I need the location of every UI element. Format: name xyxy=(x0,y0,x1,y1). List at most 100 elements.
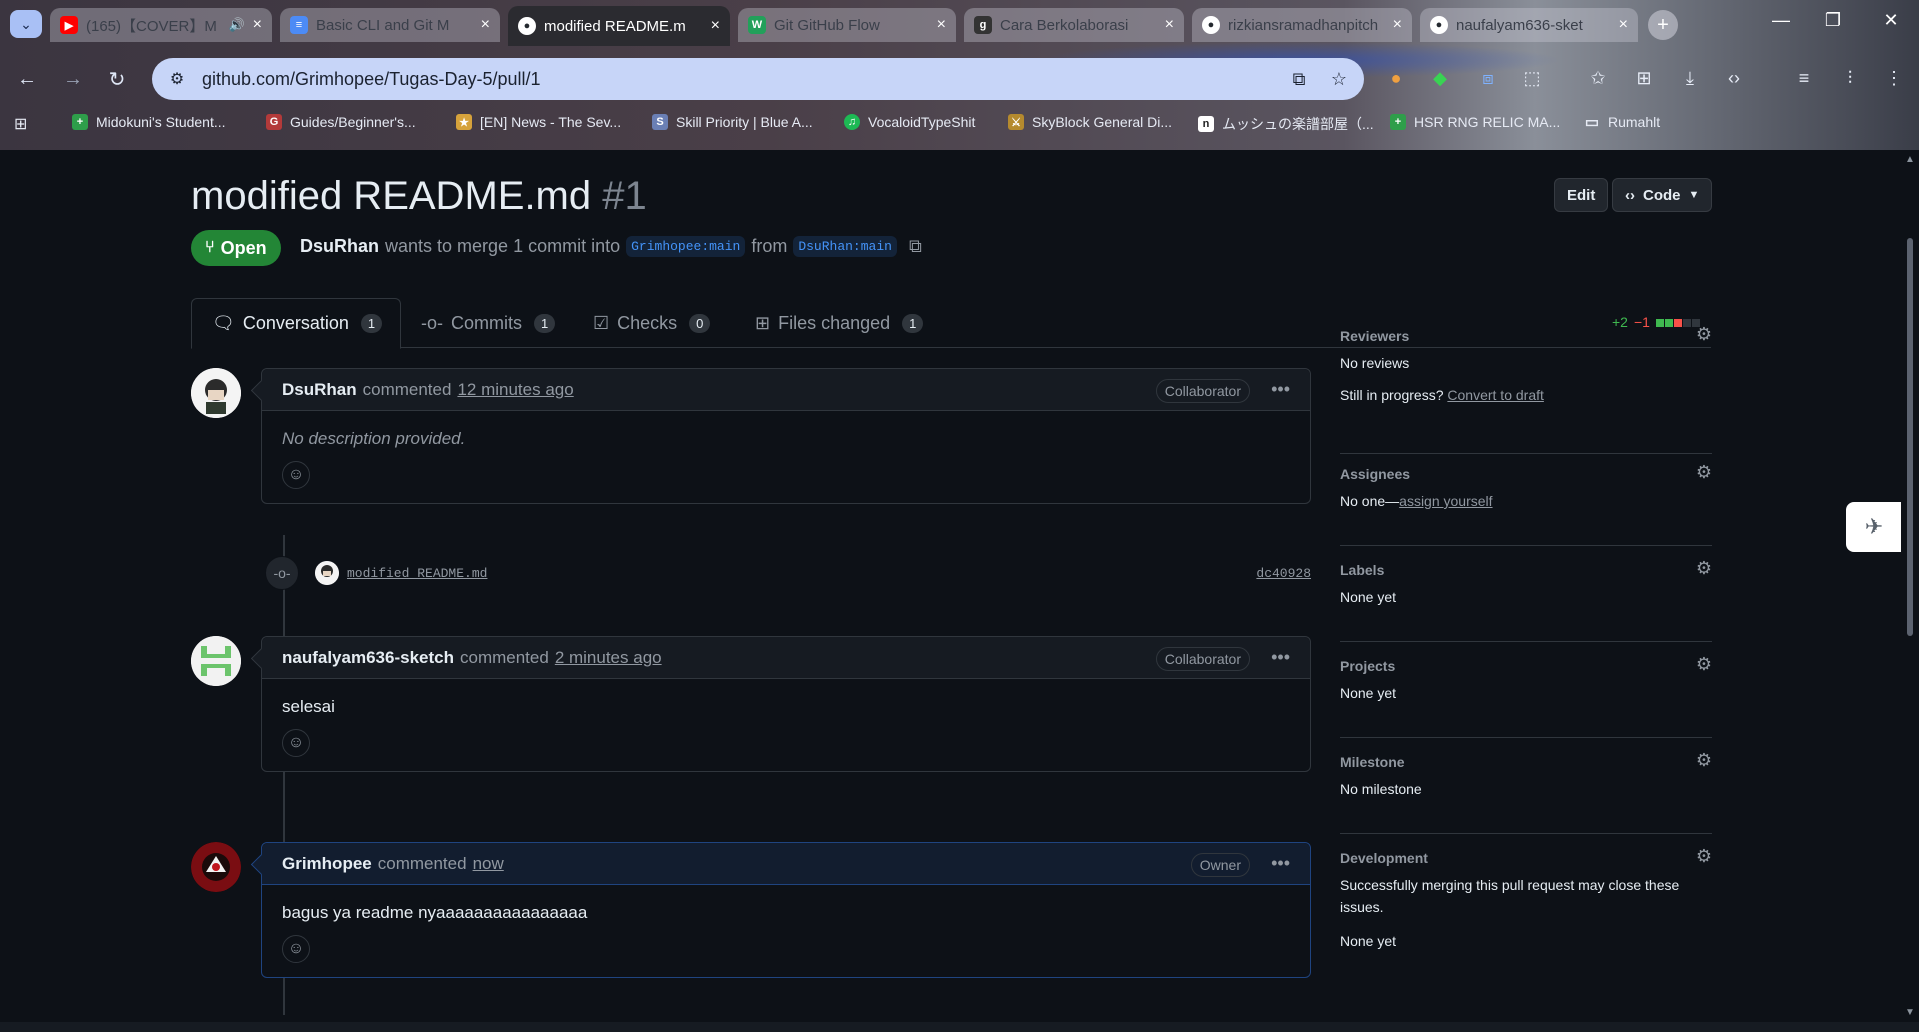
close-tab-icon[interactable]: × xyxy=(1619,16,1628,34)
assign-yourself-link[interactable]: assign yourself xyxy=(1399,493,1492,509)
comment-timestamp[interactable]: 2 minutes ago xyxy=(555,648,662,668)
avatar[interactable] xyxy=(191,842,241,892)
close-tab-icon[interactable]: × xyxy=(481,16,490,34)
edit-button[interactable]: Edit xyxy=(1554,178,1609,212)
bookmark-item[interactable]: ⚔ SkyBlock General Di... xyxy=(1008,114,1172,130)
extension-icon[interactable]: ● xyxy=(1382,64,1410,92)
reload-button[interactable]: ↻ xyxy=(102,64,132,94)
comment-author[interactable]: Grimhopee xyxy=(282,854,372,874)
bookmark-star-icon[interactable]: ☆ xyxy=(1324,64,1354,94)
close-tab-icon[interactable]: × xyxy=(711,17,720,35)
url-text[interactable]: github.com/Grimhopee/Tugas-Day-5/pull/1 xyxy=(202,69,1284,90)
bottom-edge xyxy=(0,1022,1919,1032)
gear-icon[interactable]: ⚙ xyxy=(1696,558,1712,579)
address-bar[interactable]: ⚙ github.com/Grimhopee/Tugas-Day-5/pull/… xyxy=(152,58,1364,100)
doc-icon: ≡ xyxy=(290,16,308,34)
browser-tab[interactable]: ● rizkiansramadhanpitch × xyxy=(1192,8,1412,42)
bookmark-folder[interactable]: ▭ Rumahlt xyxy=(1584,114,1660,131)
media-control-icon[interactable]: ≡ xyxy=(1790,64,1818,92)
gear-icon[interactable]: ⚙ xyxy=(1696,750,1712,771)
bookmark-label: ムッシュの楽譜部屋（... xyxy=(1222,116,1374,132)
forward-button[interactable]: → xyxy=(58,64,88,94)
base-branch[interactable]: Grimhopee:main xyxy=(626,236,746,257)
speaker-icon[interactable]: 🔊 xyxy=(228,17,244,33)
translate-icon[interactable]: ⧈ xyxy=(1474,64,1502,92)
page-scrollbar[interactable]: ▲ ▼ xyxy=(1901,150,1919,1022)
browser-tab[interactable]: g Cara Berkolaborasi × xyxy=(964,8,1184,42)
minimize-button[interactable]: — xyxy=(1766,10,1796,31)
scroll-down-icon[interactable]: ▼ xyxy=(1903,1007,1917,1018)
bookmarks-star-icon[interactable]: ✩ xyxy=(1584,64,1612,92)
add-reaction-icon[interactable]: ☺ xyxy=(282,461,310,489)
copilot-float-button[interactable]: ✈ xyxy=(1846,502,1902,552)
close-tab-icon[interactable]: × xyxy=(1165,16,1174,34)
commit-sha-link[interactable]: dc40928 xyxy=(1256,566,1311,581)
install-app-icon[interactable]: ⧉ xyxy=(1284,64,1314,94)
split-icon[interactable]: ⫶ xyxy=(1836,64,1864,92)
gear-icon[interactable]: ⚙ xyxy=(1696,846,1712,867)
restore-button[interactable]: ❐ xyxy=(1818,10,1848,31)
pr-author-link[interactable]: DsuRhan xyxy=(300,236,379,257)
tab-title: modified README.m xyxy=(544,17,686,35)
close-window-button[interactable]: ✕ xyxy=(1876,10,1906,31)
convert-to-draft-link[interactable]: Convert to draft xyxy=(1447,387,1544,403)
add-reaction-icon[interactable]: ☺ xyxy=(282,729,310,757)
comment-author[interactable]: naufalyam636-sketch xyxy=(282,648,454,668)
bookmark-item[interactable]: G Guides/Beginner's... xyxy=(266,114,416,130)
bookmark-label: HSR RNG RELIC MA... xyxy=(1414,114,1561,130)
avatar[interactable] xyxy=(315,561,339,585)
copy-icon[interactable]: ⧉ xyxy=(909,236,922,257)
comment-timestamp[interactable]: now xyxy=(473,854,504,874)
extensions-icon[interactable]: ⊞ xyxy=(1630,64,1658,92)
tab-commits[interactable]: -o- Commits 1 xyxy=(401,298,575,348)
kebab-menu-icon[interactable]: ••• xyxy=(1271,647,1290,668)
devtools-icon[interactable]: ‹› xyxy=(1720,64,1748,92)
download-icon[interactable]: ⤓ xyxy=(1676,64,1704,92)
browser-tab-active[interactable]: ● modified README.m × xyxy=(508,6,730,46)
close-tab-icon[interactable]: × xyxy=(253,16,262,34)
comment-action: commented xyxy=(459,647,549,667)
gear-icon[interactable]: ⚙ xyxy=(1696,654,1712,675)
browser-tab[interactable]: ● naufalyam636-sket × xyxy=(1420,8,1638,42)
bookmark-item[interactable]: ★ [EN] News - The Sev... xyxy=(456,114,621,130)
more-menu-icon[interactable]: ⋮ xyxy=(1880,64,1908,92)
kebab-menu-icon[interactable]: ••• xyxy=(1271,853,1290,874)
apps-grid-icon[interactable]: ⊞ xyxy=(14,114,27,134)
tab-label: Commits xyxy=(451,312,522,333)
browser-tab[interactable]: ≡ Basic CLI and Git M × xyxy=(280,8,500,42)
kebab-menu-icon[interactable]: ••• xyxy=(1271,379,1290,400)
site-info-icon[interactable]: ⚙ xyxy=(166,68,188,90)
bookmark-item[interactable]: n ムッシュの楽譜部屋（... xyxy=(1198,114,1374,134)
bookmark-item[interactable]: + Midokuni's Student... xyxy=(72,114,226,130)
tab-checks[interactable]: ☑ Checks 0 xyxy=(573,298,730,348)
avatar[interactable] xyxy=(191,368,241,418)
add-reaction-icon[interactable]: ☺ xyxy=(282,935,310,963)
extension-puzzle-icon[interactable]: ⬚ xyxy=(1518,64,1546,92)
arrow-left-icon: ← xyxy=(17,67,37,90)
avatar[interactable] xyxy=(191,636,241,686)
tab-files-changed[interactable]: ⊞ Files changed 1 xyxy=(735,298,943,348)
new-tab-button[interactable]: + xyxy=(1648,10,1678,40)
gear-icon[interactable]: ⚙ xyxy=(1696,462,1712,483)
scroll-up-icon[interactable]: ▲ xyxy=(1903,154,1917,165)
bookmark-item[interactable]: ♫ VocaloidTypeShit xyxy=(844,114,975,130)
code-button[interactable]: ‹› Code ▼ xyxy=(1612,178,1713,212)
close-tab-icon[interactable]: × xyxy=(937,16,946,34)
tab-conversation[interactable]: 🗨 Conversation 1 xyxy=(191,298,401,349)
gear-icon[interactable]: ⚙ xyxy=(1696,324,1712,345)
back-button[interactable]: ← xyxy=(12,64,42,94)
head-branch[interactable]: DsuRhan:main xyxy=(793,236,897,257)
extension-icon[interactable]: ◆ xyxy=(1426,64,1454,92)
comment-author[interactable]: DsuRhan xyxy=(282,380,357,400)
browser-tab[interactable]: ▶ (165)【COVER】M 🔊 × xyxy=(50,8,272,42)
commit-message-link[interactable]: modified README.md xyxy=(347,566,487,581)
tab-search-button[interactable]: ⌄ xyxy=(10,10,42,38)
comment-timestamp[interactable]: 12 minutes ago xyxy=(457,380,573,400)
scrollbar-thumb[interactable] xyxy=(1907,238,1913,636)
sidebar-value: No milestone xyxy=(1340,781,1422,797)
bookmark-item[interactable]: S Skill Priority | Blue A... xyxy=(652,114,813,130)
youtube-icon: ▶ xyxy=(60,16,78,34)
browser-tab[interactable]: W Git GitHub Flow × xyxy=(738,8,956,42)
close-tab-icon[interactable]: × xyxy=(1393,16,1402,34)
bookmark-item[interactable]: + HSR RNG RELIC MA... xyxy=(1390,114,1560,130)
